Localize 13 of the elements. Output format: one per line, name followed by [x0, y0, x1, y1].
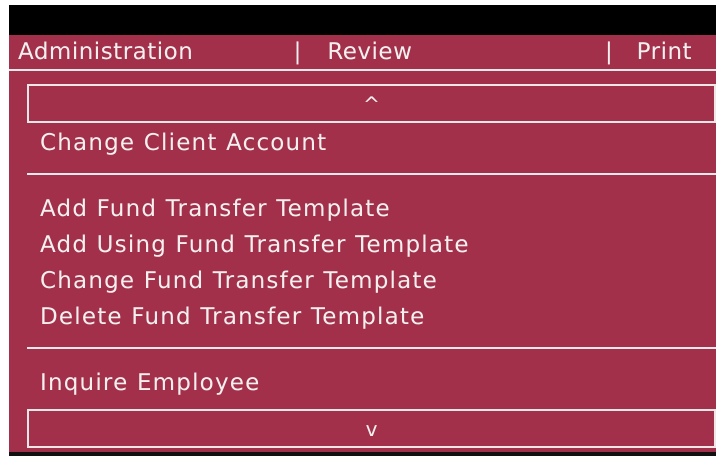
menu-option[interactable]: Change Fund Transfer Template [40, 263, 438, 299]
menu-option[interactable]: Delete Fund Transfer Template [40, 299, 426, 335]
menu-item[interactable]: Review [327, 39, 605, 65]
menu-item[interactable]: Print [636, 39, 716, 65]
menu-option[interactable]: Add Using Fund Transfer Template [40, 227, 470, 263]
menu-option[interactable]: Add Fund Transfer Template [40, 191, 391, 227]
menu-separator: | [604, 39, 614, 65]
scroll-down-button[interactable]: v [27, 409, 716, 448]
menu-item[interactable]: Administration [9, 39, 294, 65]
menu-separator: | [294, 39, 303, 65]
scroll-up-button[interactable]: ^ [27, 84, 716, 123]
menu-option[interactable]: Inquire Employee [40, 365, 260, 401]
menu-option[interactable]: Change Client Account [40, 125, 328, 161]
